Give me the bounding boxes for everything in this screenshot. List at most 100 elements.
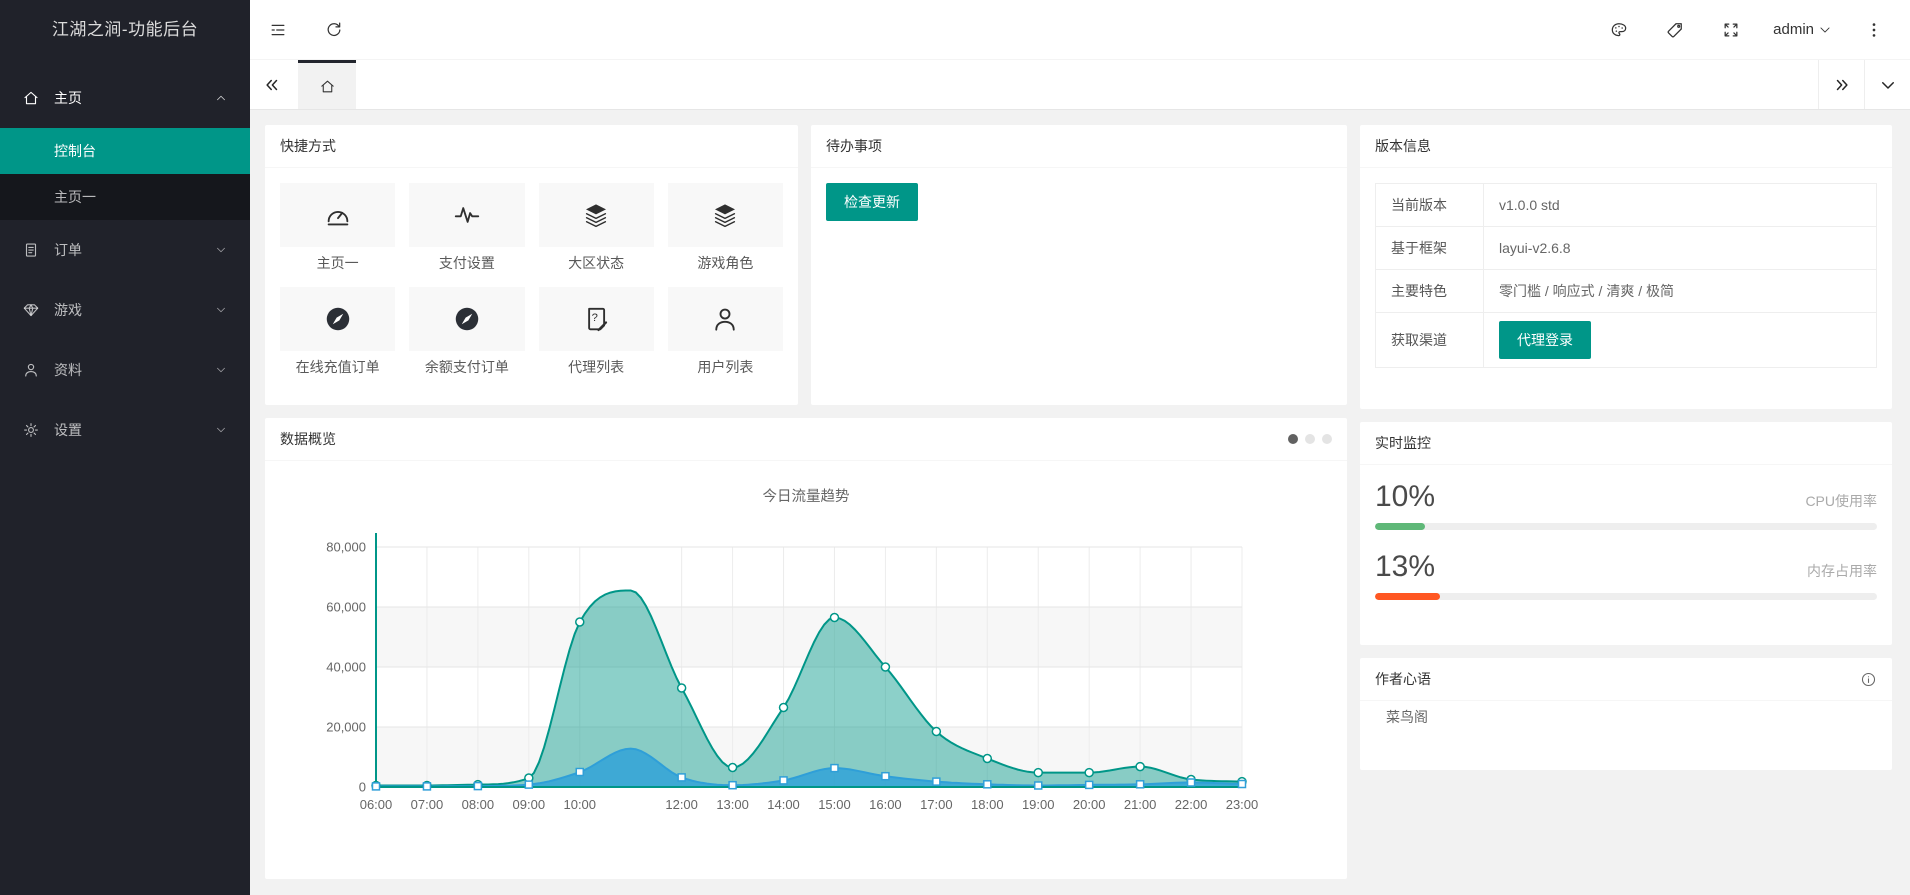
svg-text:07:00: 07:00 [411,797,444,812]
game-icon [22,301,40,319]
shortcut-payment-settings[interactable]: 支付设置 [409,183,524,277]
shortcut-region-status[interactable]: 大区状态 [539,183,654,277]
menu-collapse-icon [268,20,288,40]
svg-text:12:00: 12:00 [665,797,698,812]
carousel-dot[interactable] [1305,434,1315,444]
sidebar-item-label: 订单 [54,240,82,260]
svg-text:14:00: 14:00 [767,797,800,812]
pulse-icon [452,200,482,230]
user-menu[interactable]: admin [1759,0,1846,60]
version-card: 版本信息 当前版本 v1.0.0 std 基于框架 layui-v2.6.8 [1360,125,1892,409]
home-icon [319,78,336,95]
tabs-scroll-right-button[interactable] [1818,60,1864,109]
shortcut-balance-pay-orders[interactable]: 余额支付订单 [409,287,524,381]
theme-button[interactable] [1591,0,1647,60]
shortcut-online-recharge-orders[interactable]: 在线充值订单 [280,287,395,381]
sidebar-nav: 主页 控制台 主页一 订单 游戏 资料 设置 [0,60,250,460]
svg-text:22:00: 22:00 [1175,797,1208,812]
svg-text:21:00: 21:00 [1124,797,1157,812]
dots-vertical-icon [1864,20,1884,40]
home-icon [22,89,40,107]
chevron-down-icon [214,363,228,377]
chevron-down-icon [1879,76,1897,94]
order-icon [22,241,40,259]
shortcut-agent-list[interactable]: ? 代理列表 [539,287,654,381]
fullscreen-icon [1721,20,1741,40]
menu-collapse-button[interactable] [250,0,306,60]
tab-home[interactable] [298,60,356,109]
svg-text:09:00: 09:00 [513,797,546,812]
table-row: 获取渠道 代理登录 [1376,313,1877,368]
sidebar-item-label: 资料 [54,360,82,380]
todo-card: 待办事项 检查更新 [811,125,1347,405]
top-cards-row: 快捷方式 主页一 支付设置 [265,125,1347,405]
chevron-up-icon [214,91,228,105]
dashboard-icon [323,200,353,230]
cpu-progress-track [1375,523,1877,530]
username: admin [1773,21,1814,38]
sidebar-item-games[interactable]: 游戏 [0,280,250,340]
todo-card-title: 待办事项 [811,125,1347,168]
shortcut-user-list[interactable]: 用户列表 [668,287,783,381]
tag-button[interactable] [1647,0,1703,60]
tabs-menu-button[interactable] [1864,60,1910,109]
tabs-scroll-left-button[interactable] [250,60,294,109]
tag-icon [1665,20,1685,40]
svg-text:08:00: 08:00 [462,797,495,812]
carousel-dot[interactable] [1322,434,1332,444]
author-quote: 菜鸟阁 [1360,701,1892,727]
data-overview-card: 数据概览 020,00040,00060,00080,00006:0007:00… [265,418,1347,879]
shortcut-home1[interactable]: 主页一 [280,183,395,277]
chevron-down-icon [214,303,228,317]
cpu-usage-value: 10% [1375,480,1435,514]
chevron-down-icon [214,423,228,437]
sidebar-item-profile[interactable]: 资料 [0,340,250,400]
carousel-dots [1288,434,1332,444]
sidebar-item-home[interactable]: 主页 [0,68,250,128]
svg-text:?: ? [592,312,598,324]
app-title: 江湖之涧-功能后台 [0,0,250,60]
sidebar-item-label: 设置 [54,420,82,440]
cpu-progress-fill [1375,523,1425,530]
carousel-dot[interactable] [1288,434,1298,444]
layers-icon [710,200,740,230]
svg-text:16:00: 16:00 [869,797,902,812]
double-chevron-right-icon [1833,76,1851,94]
shortcuts-card: 快捷方式 主页一 支付设置 [265,125,798,405]
sidebar-subitem-console[interactable]: 控制台 [0,128,250,174]
shortcut-game-roles[interactable]: 游戏角色 [668,183,783,277]
svg-text:23:00: 23:00 [1226,797,1259,812]
svg-text:今日流量趋势: 今日流量趋势 [763,488,850,505]
svg-text:10:00: 10:00 [563,797,596,812]
svg-text:06:00: 06:00 [360,797,393,812]
main-area: admin [250,0,1910,879]
memory-usage-label: 内存占用率 [1807,561,1877,581]
svg-text:15:00: 15:00 [818,797,851,812]
table-row: 基于框架 layui-v2.6.8 [1376,227,1877,270]
sidebar-item-label: 主页 [54,88,82,108]
svg-text:13:00: 13:00 [716,797,749,812]
more-button[interactable] [1846,0,1902,60]
cpu-usage-label: CPU使用率 [1805,491,1877,511]
refresh-button[interactable] [306,0,362,60]
check-update-button[interactable]: 检查更新 [826,183,918,221]
fullscreen-button[interactable] [1703,0,1759,60]
survey-icon: ? [581,304,611,334]
author-card: 作者心语 菜鸟阁 [1360,658,1892,770]
user-icon [710,304,740,334]
topbar-right: admin [1591,0,1910,60]
svg-text:80,000: 80,000 [326,540,366,555]
sidebar-subitem-home1[interactable]: 主页一 [0,174,250,220]
sidebar-item-settings[interactable]: 设置 [0,400,250,460]
tabbar [250,60,1910,110]
tabbar-spacer [356,60,1818,109]
chevron-down-icon [1818,23,1832,37]
profile-icon [22,361,40,379]
sidebar-item-orders[interactable]: 订单 [0,220,250,280]
right-column: 版本信息 当前版本 v1.0.0 std 基于框架 layui-v2.6.8 [1360,125,1892,879]
agent-login-button[interactable]: 代理登录 [1499,321,1591,359]
svg-text:20:00: 20:00 [1073,797,1106,812]
info-button[interactable] [1860,671,1877,688]
svg-text:19:00: 19:00 [1022,797,1055,812]
memory-usage-value: 13% [1375,550,1435,584]
